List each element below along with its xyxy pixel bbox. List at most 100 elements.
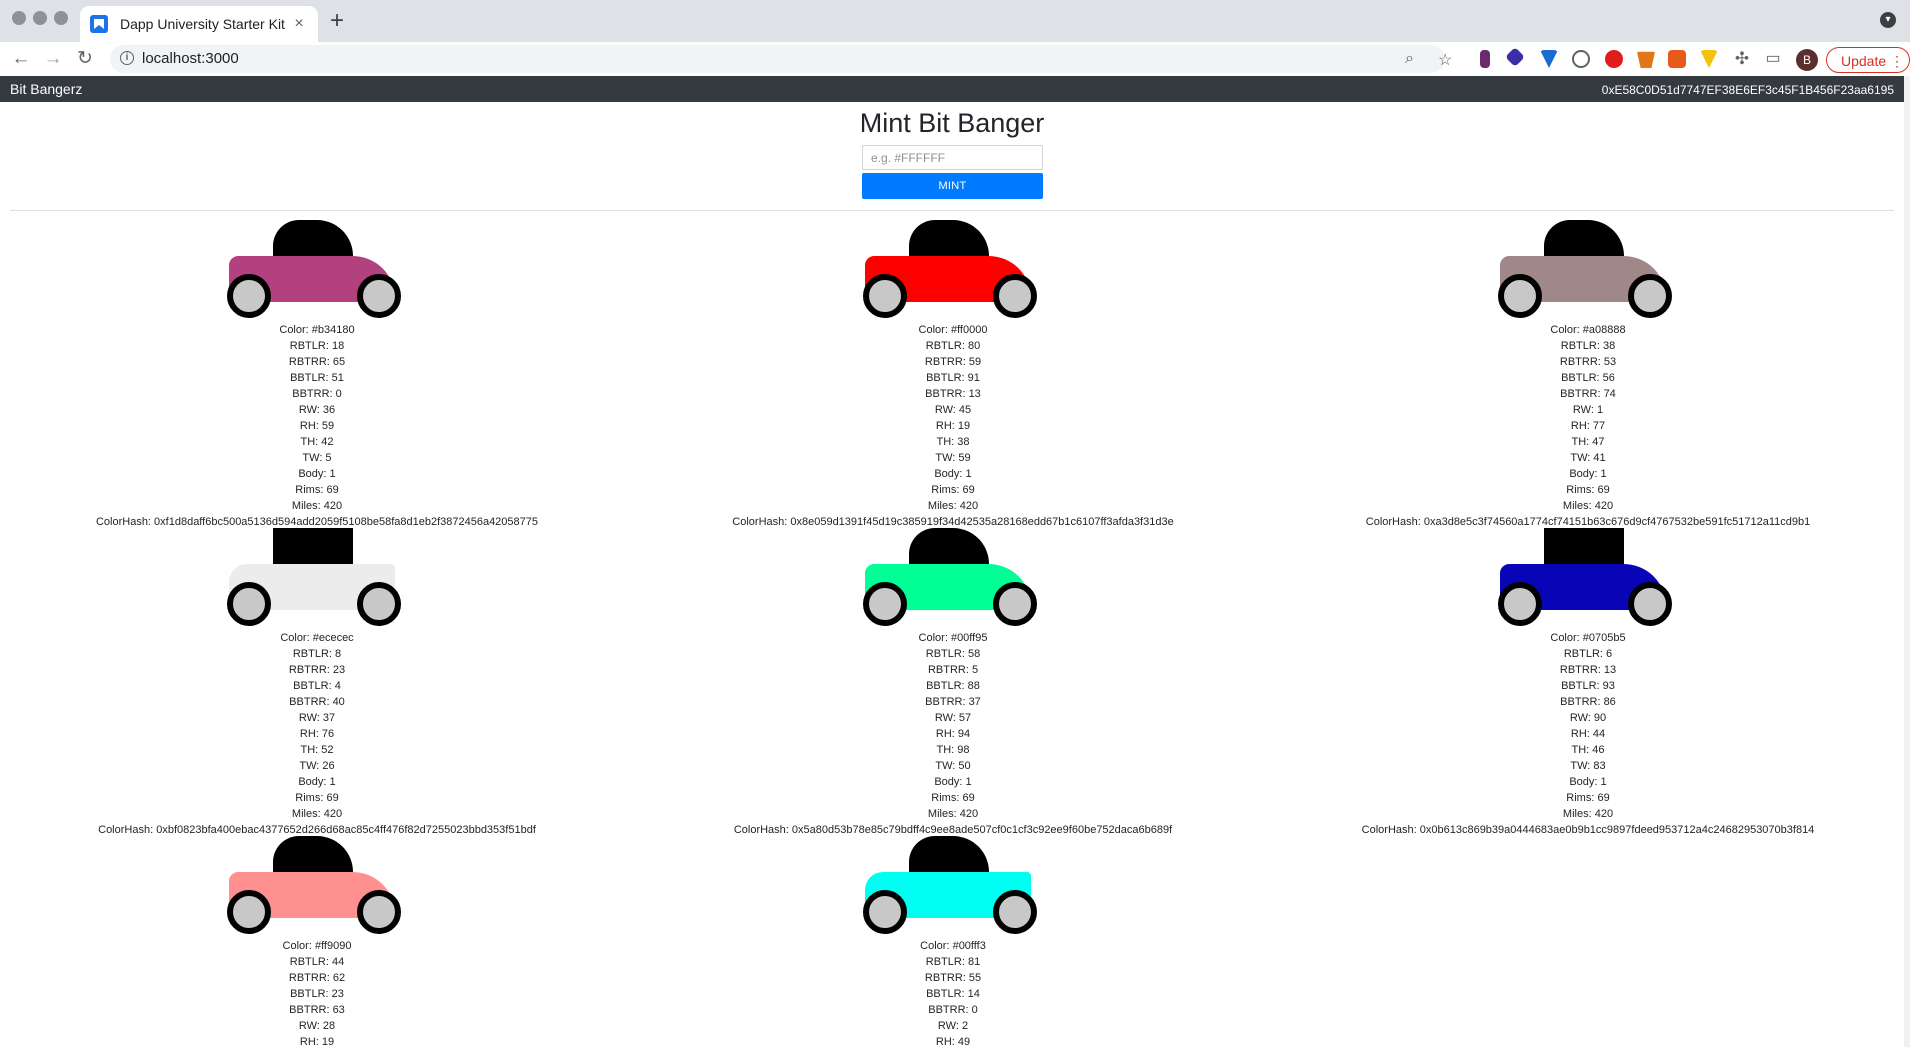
car-stat: Miles: 420 (1562, 808, 1614, 820)
account-address: 0xE58C0D51d7747EF38E6EF3c45F1B456F23aa61… (1601, 83, 1894, 97)
mint-button[interactable]: MINT (862, 173, 1043, 199)
car-stats: Color: #ececec RBTLR: 8 RBTRR: 23 BBTLR: 4 B… (37, 630, 597, 838)
car-stat: RBTRR: 62 (288, 972, 346, 984)
car-card: Color: #ff0000 RBTLR: 80 RBTRR: 59 BBTLR: 9… (673, 220, 1233, 530)
car-stat: BBTRR: 0 (928, 1004, 978, 1016)
address-bar[interactable]: i localhost:3000 ⌕ ☆ (110, 45, 1452, 73)
car-stat: Rims: 69 (931, 484, 975, 496)
car-stat: Rims: 69 (295, 792, 339, 804)
car-image (1498, 220, 1678, 322)
car-stat: ColorHash: 0x0b613c869b39a0444683ae0b9b1… (1361, 824, 1815, 836)
car-stat: TH: 52 (300, 744, 334, 756)
browser-tab-bar: Dapp University Starter Kit × + ▾ (0, 0, 1910, 42)
maximize-window-button[interactable] (54, 11, 68, 25)
car-stat: TW: 26 (299, 760, 335, 772)
bookmark-star-icon[interactable]: ☆ (1438, 50, 1452, 70)
car-wheel (357, 582, 401, 626)
zoom-icon[interactable]: ⌕ (1405, 50, 1414, 68)
extension-icon-8[interactable] (1700, 50, 1718, 68)
browser-tab[interactable]: Dapp University Starter Kit × (80, 6, 318, 42)
car-stat: TH: 47 (1571, 436, 1605, 448)
car-stat: Rims: 69 (1566, 792, 1610, 804)
car-stat: TW: 50 (935, 760, 971, 772)
car-stats: Color: #ff0000 RBTLR: 80 RBTRR: 59 BBTLR: 9… (673, 322, 1233, 530)
app-navbar: Bit Bangerz 0xE58C0D51d7747EF38E6EF3c45F… (0, 76, 1904, 102)
car-stat: BBTLR: 23 (290, 988, 344, 1000)
minimize-window-button[interactable] (33, 11, 47, 25)
car-stat: TW: 83 (1570, 760, 1606, 772)
extension-icon-4[interactable] (1572, 50, 1590, 68)
car-image (1498, 528, 1678, 630)
car-stat: RW: 90 (1569, 712, 1607, 724)
extension-icon-7[interactable] (1668, 50, 1686, 68)
car-stat: RBTRR: 5 (927, 664, 979, 676)
car-stat: Color: #ff9090 (282, 940, 352, 952)
car-stat: RBTRR: 59 (924, 356, 982, 368)
car-stat: RBTRR: 55 (924, 972, 982, 984)
car-stat: TW: 5 (302, 452, 332, 464)
cast-icon[interactable]: ▭ (1760, 46, 1786, 72)
car-stat: TH: 38 (936, 436, 970, 448)
car-stats: Color: #b34180 RBTLR: 18 RBTRR: 65 BBTLR: 5… (37, 322, 597, 530)
car-wheel (227, 274, 271, 318)
car-wheel (227, 582, 271, 626)
car-stat: RBTLR: 81 (925, 956, 981, 968)
car-card: Color: #0705b5 RBTLR: 6 RBTRR: 13 BBTLR: 93… (1308, 528, 1868, 838)
car-stat: BBTLR: 88 (926, 680, 980, 692)
car-stat: RBTRR: 23 (288, 664, 346, 676)
car-stat: Miles: 420 (1562, 500, 1614, 512)
opera-icon[interactable] (1605, 50, 1623, 68)
car-stat: Miles: 420 (927, 808, 979, 820)
car-stat: Rims: 69 (295, 484, 339, 496)
site-info-icon[interactable]: i (120, 51, 134, 65)
car-image (227, 528, 407, 630)
new-tab-button[interactable]: + (330, 8, 344, 34)
update-button[interactable]: Update ⋮ (1826, 47, 1910, 73)
car-roof (273, 220, 353, 260)
scrollbar[interactable] (1904, 76, 1910, 1047)
reload-icon[interactable]: ↻ (72, 46, 98, 72)
car-stat: Body: 1 (934, 468, 972, 480)
car-image (227, 220, 407, 322)
car-stat: Color: #b34180 (279, 324, 355, 336)
car-roof (273, 528, 353, 568)
car-wheel (227, 890, 271, 934)
forward-arrow-icon[interactable]: → (40, 46, 66, 72)
car-stat: BBTLR: 14 (926, 988, 980, 1000)
profile-avatar[interactable]: B (1796, 49, 1818, 71)
color-input[interactable] (862, 145, 1043, 170)
extension-icon-3[interactable] (1540, 50, 1558, 68)
close-window-button[interactable] (12, 11, 26, 25)
back-arrow-icon[interactable]: ← (8, 46, 34, 72)
car-stat: RW: 2 (937, 1020, 969, 1032)
car-card: Color: #00ff95 RBTLR: 58 RBTRR: 5 BBTLR: 88… (673, 528, 1233, 838)
car-card: Color: #ff9090 RBTLR: 44 RBTRR: 62 BBTLR: 2… (37, 836, 597, 1050)
car-wheel (357, 274, 401, 318)
car-card: Color: #ececec RBTLR: 8 RBTRR: 23 BBTLR: 4 B… (37, 528, 597, 838)
car-stat: Color: #00fff3 (920, 940, 986, 952)
car-stat: Body: 1 (1569, 776, 1607, 788)
car-wheel (357, 890, 401, 934)
car-stat: RBTLR: 38 (1560, 340, 1616, 352)
car-stat: RH: 94 (935, 728, 971, 740)
car-card: Color: #00fff3 RBTLR: 81 RBTRR: 55 BBTLR: 1… (673, 836, 1233, 1050)
extension-icon-1[interactable] (1480, 50, 1490, 68)
car-card: Color: #a08888 RBTLR: 38 RBTRR: 53 BBTLR: 5… (1308, 220, 1868, 530)
brand-link[interactable]: Bit Bangerz (10, 81, 82, 97)
car-stat: RBTLR: 18 (289, 340, 345, 352)
divider (10, 210, 1894, 211)
extension-icon-2[interactable] (1505, 47, 1525, 67)
tab-close-icon[interactable]: × (290, 15, 308, 33)
car-stat: RBTRR: 65 (288, 356, 346, 368)
tab-search-icon[interactable]: ▾ (1880, 12, 1896, 28)
car-image (227, 836, 407, 938)
car-stat: RW: 57 (934, 712, 972, 724)
car-stat: RBTLR: 80 (925, 340, 981, 352)
car-stat: BBTRR: 13 (925, 388, 981, 400)
car-stat: RH: 19 (935, 420, 971, 432)
car-stat: RBTLR: 58 (925, 648, 981, 660)
metamask-fox-icon[interactable] (1637, 51, 1655, 68)
url-text[interactable]: localhost:3000 (142, 50, 239, 67)
favicon-icon (90, 15, 108, 33)
puzzle-extensions-icon[interactable]: ✣ (1729, 46, 1755, 72)
